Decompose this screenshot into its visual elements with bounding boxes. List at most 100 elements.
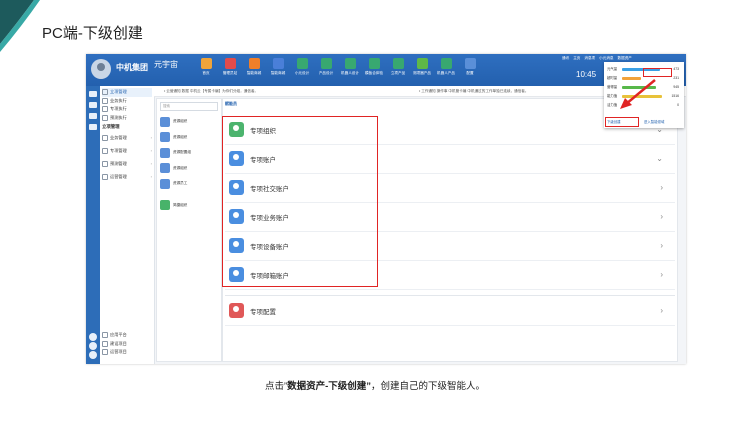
avatar[interactable]: [91, 59, 111, 79]
checkbox-icon: [102, 340, 108, 347]
user-name[interactable]: 元宇宙: [154, 59, 178, 70]
nav-item-2[interactable]: 智能商城: [242, 54, 266, 86]
monitor-icon[interactable]: [89, 113, 97, 119]
nav-item-11[interactable]: 配置: [458, 54, 482, 86]
chart-icon[interactable]: [89, 124, 97, 130]
sidebar-item-label: 立项管理: [110, 89, 127, 95]
sidebar: 立项管理 业务执行 专项执行 预测执行 立项管理 业务管理 › 专项管理 › 预测管理 › 运营管理 ›…: [86, 86, 155, 364]
brand-name: 中机集团: [116, 63, 148, 72]
nav-item-6[interactable]: 机器人设计: [338, 54, 362, 86]
middle-item-3[interactable]: 资源组织: [157, 161, 221, 177]
nav-label: 测项器产品: [413, 71, 431, 75]
nav-item-10[interactable]: 机器人产品: [434, 54, 458, 86]
notice-left[interactable]: • 云营通知 数据 中机云【专属卡编】为你们分组，通信者。: [164, 89, 258, 94]
middle-item-2[interactable]: 资源配置组: [157, 145, 221, 161]
sidebar-group-label: 专项管理: [110, 147, 127, 153]
nav-icon: [392, 58, 404, 69]
sidebar-item-0[interactable]: 立项管理: [102, 88, 152, 97]
sidebar-group-0[interactable]: 业务管理 ›: [102, 131, 152, 144]
sidebar-group-label: 业务管理: [110, 134, 127, 140]
nav-item-9[interactable]: 测项器产品: [410, 54, 434, 86]
checkbox-icon: [102, 332, 108, 339]
slide-title: PC端-下级创建: [42, 25, 143, 42]
nav-label: 机器人产品: [437, 71, 455, 75]
nav-item-1[interactable]: 管理员站: [218, 54, 242, 86]
top-link-3[interactable]: 小元消息: [599, 56, 613, 61]
sidebar-group-2[interactable]: 预测管理 ›: [102, 157, 152, 170]
org-icon: [160, 116, 170, 127]
nav-icon: [344, 58, 356, 69]
top-link-0[interactable]: 通讯: [562, 56, 569, 61]
notice-right[interactable]: • 工作通知 操作事 中机管卡编 中机通过的工作单独已连续，通信者。: [419, 89, 528, 94]
checkbox-icon: [102, 114, 108, 121]
search-input[interactable]: 搜索: [160, 102, 218, 111]
sidebar-icon-rail: [86, 86, 100, 364]
list-icon[interactable]: [89, 102, 97, 108]
help-icon[interactable]: [89, 342, 97, 350]
nav-icon: [200, 58, 212, 69]
sidebar-group-label: 预测管理: [110, 160, 127, 166]
middle-item-label: 资源组织: [173, 134, 188, 139]
middle-item-label: 简捷组织: [173, 202, 188, 207]
enter-domain-button[interactable]: 进入智能领域: [644, 119, 664, 125]
metric-value: 0: [677, 103, 679, 107]
middle-panel: 搜索 资源组织 资源组织 资源配置组 资源组织 资源员工 简捷组织: [156, 98, 222, 362]
metric-bar: [622, 77, 641, 80]
account-row-6[interactable]: 专项配置 ›: [225, 295, 675, 326]
top-links: 通讯 主页 消息项 小元消息 数据资产: [562, 56, 632, 61]
nav-item-0[interactable]: 首页: [194, 54, 218, 86]
nav-icon: [320, 58, 332, 69]
sidebar-group-1[interactable]: 专项管理 ›: [102, 144, 152, 157]
chevron-right-icon: ›: [150, 148, 152, 153]
sidebar-bottom-item-0[interactable]: 应用平台: [102, 331, 152, 340]
chevron-right-icon: ›: [150, 161, 152, 166]
caption-suffix: ，创建自己的下级智能人。: [371, 381, 486, 392]
middle-item-label: 资源组织: [173, 165, 188, 170]
middle-list: 资源组织 资源组织 资源配置组 资源组织 资源员工 简捷组织: [157, 114, 221, 213]
nav-item-7[interactable]: 模板合体验: [362, 54, 386, 86]
sidebar-bottom-item-1[interactable]: 建设项目: [102, 340, 152, 349]
org-icon: [160, 132, 170, 143]
sidebar-bottom-label: 运营项目: [110, 349, 127, 355]
metric-label: 能力值: [607, 94, 618, 98]
sidebar-bottom-item-2[interactable]: 运营项目: [102, 348, 152, 357]
checkbox-icon: [102, 147, 108, 154]
info-icon[interactable]: [89, 351, 97, 359]
nav-item-5[interactable]: 产品设计: [314, 54, 338, 86]
nav-icon: [272, 58, 284, 69]
nav-label: 配置: [466, 71, 474, 75]
nav-item-8[interactable]: 立项产品: [386, 54, 410, 86]
sidebar-item-1[interactable]: 业务执行: [102, 97, 152, 106]
main-nav: 首页 管理员站 智能商城 智能商城 小元设计 产品设计 机器人设计 模板合体验 立项产品 测项器产…: [194, 54, 482, 86]
checkbox-icon: [102, 160, 108, 167]
checkbox-icon: [102, 89, 108, 96]
sidebar-item-2[interactable]: 专项执行: [102, 105, 152, 114]
metric-value: 1516: [671, 94, 679, 98]
nav-label: 产品设计: [318, 71, 334, 75]
settings-icon[interactable]: [89, 333, 97, 341]
middle-item-5[interactable]: 简捷组织: [157, 198, 221, 214]
middle-item-label: 资源配置组: [173, 150, 191, 155]
slide-caption: 点击”数据资产-下级创建”，创建自己的下级智能人。: [0, 378, 750, 392]
caption-prefix: 点击”: [264, 381, 288, 392]
sidebar-item-3[interactable]: 预测执行: [102, 114, 152, 123]
nav-label: 智能商城: [246, 71, 262, 75]
nav-item-4[interactable]: 小元设计: [290, 54, 314, 86]
metric-row-2: 营得量 945: [607, 84, 681, 91]
chevron-icon: ›: [660, 306, 663, 315]
middle-item-0[interactable]: 资源组织: [157, 114, 221, 130]
sidebar-group-3[interactable]: 运营管理 ›: [102, 170, 152, 183]
checkbox-icon: [102, 173, 108, 180]
top-link-2[interactable]: 消息项: [584, 56, 595, 61]
middle-item-4[interactable]: 资源员工: [157, 176, 221, 192]
sidebar-group-label: 运营管理: [110, 173, 127, 179]
top-bar: 中机集团 元宇宙 首页 管理员站 智能商城 智能商城 小元设计 产品设计 机器人设计 模板合体…: [86, 54, 686, 86]
account-row-label: 专项配置: [250, 308, 276, 316]
nav-label: 机器人设计: [341, 71, 359, 75]
nav-label: 小元设计: [294, 71, 310, 75]
top-link-1[interactable]: 主页: [573, 56, 580, 61]
home-icon[interactable]: [89, 91, 97, 97]
middle-item-1[interactable]: 资源组织: [157, 130, 221, 146]
nav-item-3[interactable]: 智能商城: [266, 54, 290, 86]
top-link-4[interactable]: 数据资产: [618, 56, 632, 61]
